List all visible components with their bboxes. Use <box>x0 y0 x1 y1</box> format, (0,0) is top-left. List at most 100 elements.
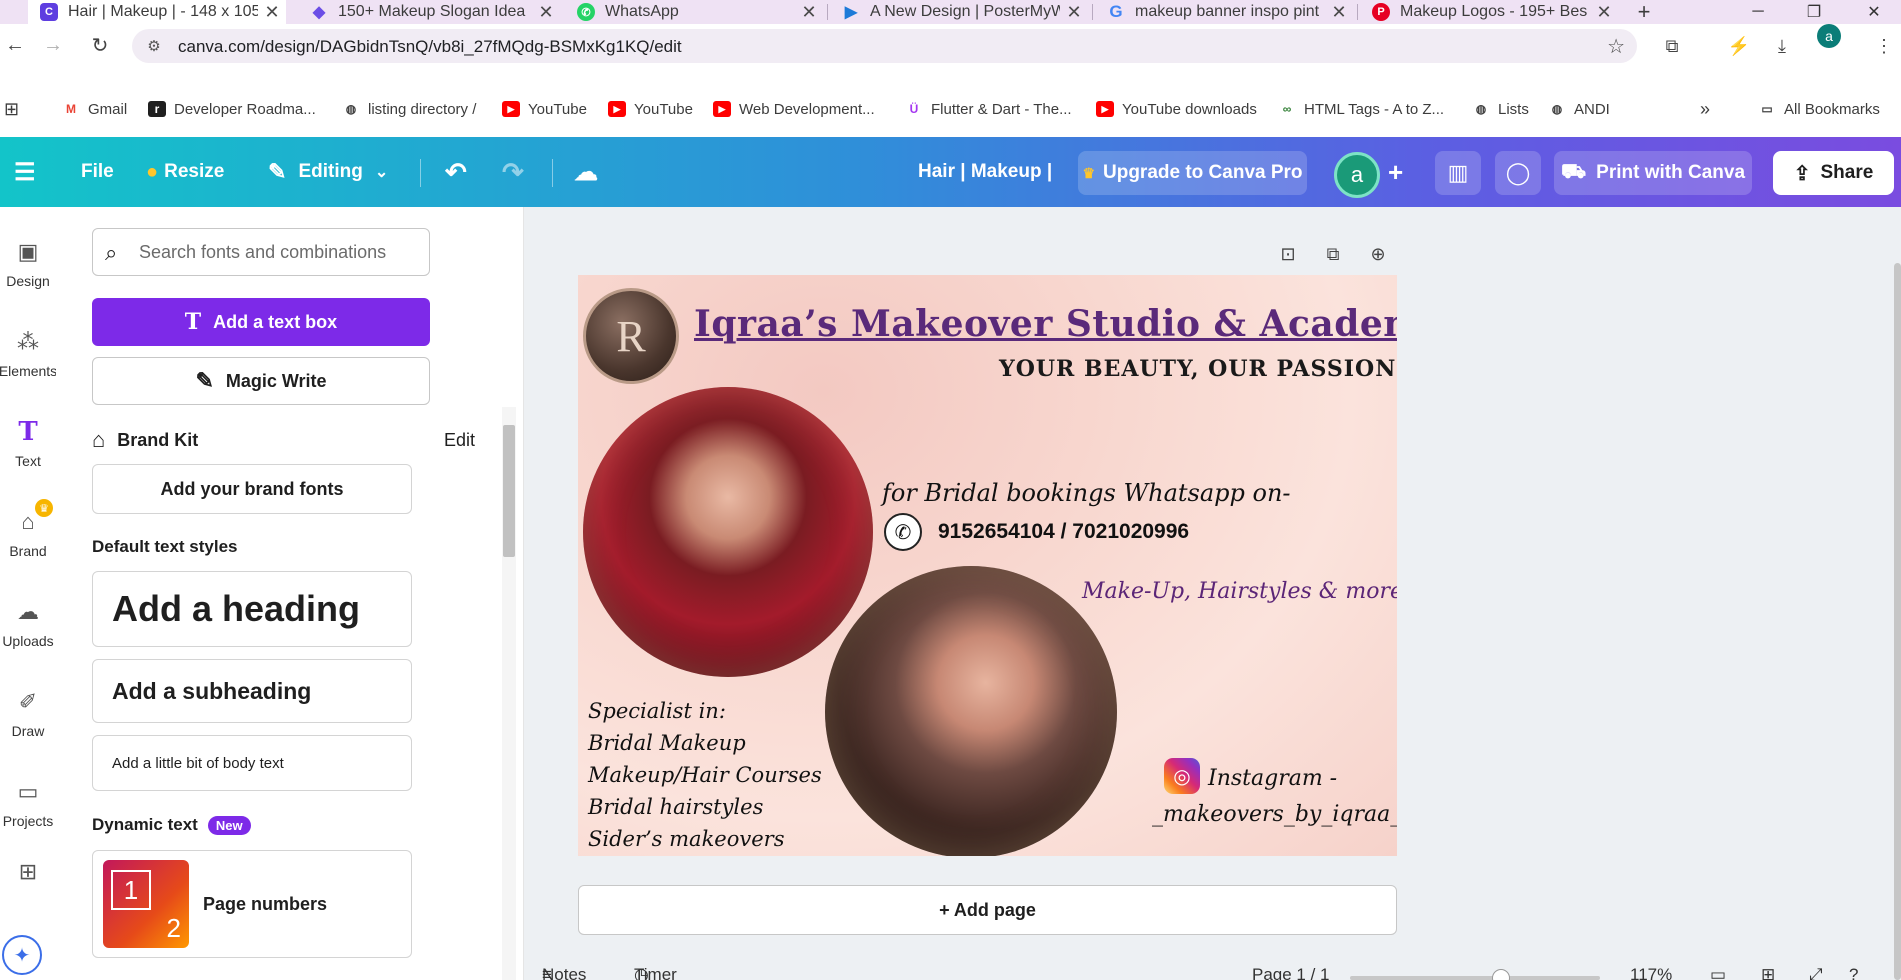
new-tab-button[interactable]: + <box>1628 0 1660 24</box>
add-heading-style[interactable]: Add a heading <box>92 571 412 647</box>
phone-numbers[interactable]: 9152654104 / 7021020996 <box>938 520 1189 544</box>
hamburger-menu-icon[interactable]: ☰ <box>14 137 36 207</box>
insights-chart-icon[interactable]: ▥ <box>1435 151 1481 195</box>
rail-text[interactable]: T Text <box>0 407 56 487</box>
forward-icon[interactable]: → <box>38 30 68 60</box>
add-subheading-style[interactable]: Add a subheading <box>92 659 412 723</box>
services-text[interactable]: Make-Up, Hairstyles & more... <box>1082 579 1397 604</box>
rail-draw[interactable]: ✐ Draw <box>0 677 56 757</box>
rail-elements[interactable]: ⁂ Elements <box>0 317 57 397</box>
bookmark-lists[interactable]: ◍ Lists <box>1472 98 1529 120</box>
comment-icon[interactable]: ◯ <box>1495 151 1541 195</box>
magic-sparkle-icon[interactable]: ✦ <box>2 935 42 975</box>
cloud-saved-icon[interactable]: ☁ <box>574 137 598 207</box>
profile-avatar[interactable]: a <box>1817 24 1841 48</box>
all-bookmarks[interactable]: ▭ All Bookmarks <box>1758 98 1880 120</box>
grid-view-icon[interactable]: ⊞ <box>1761 965 1775 980</box>
add-brand-fonts-button[interactable]: Add your brand fonts <box>92 464 412 514</box>
pages-view-icon[interactable]: ▭ <box>1710 965 1726 980</box>
performance-icon[interactable]: ⚡ <box>1725 32 1753 60</box>
design-poster[interactable]: R Iqraa’s Makeover Studio & Academy YOUR… <box>578 275 1397 856</box>
instagram-handle[interactable]: _makeovers_by_iqraa_ <box>1152 802 1397 827</box>
bookmark-youtube-2[interactable]: ▶ YouTube <box>608 98 693 120</box>
rail-brand[interactable]: ⌂ ♛ Brand <box>0 497 56 577</box>
user-avatar[interactable]: a <box>1334 152 1380 198</box>
instagram-label[interactable]: Instagram - <box>1208 766 1337 791</box>
undo-icon[interactable]: ↶ <box>445 137 467 207</box>
omnibox[interactable]: ⚙ canva.com/design/DAGbidnTsnQ/vb8i_27fM… <box>132 29 1637 63</box>
instagram-icon[interactable]: ◎ <box>1164 758 1200 794</box>
rail-apps[interactable]: ⊞ <box>0 847 56 927</box>
bookmark-gmail[interactable]: M Gmail <box>62 98 127 120</box>
tab-pinterest[interactable]: P Makeup Logos - 195+ Bes ✕ <box>1360 0 1618 24</box>
site-settings-icon[interactable]: ⚙ <box>144 36 164 56</box>
add-collaborator-icon[interactable]: + <box>1388 137 1403 207</box>
design-title[interactable]: Hair | Makeup | <box>918 137 1052 207</box>
share-button[interactable]: ⇪ Share <box>1773 151 1894 195</box>
back-icon[interactable]: ← <box>0 30 30 60</box>
file-menu[interactable]: File <box>81 137 114 207</box>
bookmark-web-development[interactable]: ▶ Web Development... <box>713 98 875 120</box>
specialist-list[interactable]: Specialist in: Bridal Makeup Makeup/Hair… <box>588 695 822 855</box>
poster-title[interactable]: Iqraa’s Makeover Studio & Academy <box>694 303 1397 345</box>
zoom-level[interactable]: 117% <box>1630 965 1672 980</box>
rail-projects[interactable]: ▭ Projects <box>0 767 56 847</box>
extensions-icon[interactable]: ⧉ <box>1658 32 1686 60</box>
brand-kit-edit-link[interactable]: Edit <box>444 430 475 451</box>
reload-icon[interactable]: ↻ <box>85 30 115 60</box>
add-page-icon[interactable]: ⊕ <box>1364 240 1392 268</box>
add-body-text-style[interactable]: Add a little bit of body text <box>92 735 412 791</box>
bookmark-youtube[interactable]: ▶ YouTube <box>502 98 587 120</box>
duplicate-page-icon[interactable]: ⧉ <box>1319 240 1347 268</box>
tab-google-search[interactable]: G makeup banner inspo pint ✕ <box>1095 0 1353 24</box>
add-text-box-button[interactable]: T Add a text box <box>92 298 430 346</box>
editing-mode-dropdown[interactable]: ✎ Editing ⌄ <box>268 137 388 207</box>
help-icon[interactable]: ? <box>1849 965 1858 980</box>
close-icon[interactable]: ✕ <box>1590 2 1618 23</box>
tab-postermywall[interactable]: ▶ A New Design | PosterMyW ✕ <box>830 0 1088 24</box>
menu-kebab-icon[interactable]: ⋮ <box>1870 32 1898 60</box>
close-icon[interactable]: ✕ <box>532 2 560 23</box>
add-page-button[interactable]: + Add page <box>578 885 1397 935</box>
print-with-canva-button[interactable]: ⛟ Print with Canva <box>1554 151 1752 195</box>
zoom-slider-track[interactable] <box>1350 976 1600 980</box>
close-icon[interactable]: ✕ <box>795 2 823 23</box>
lock-icon[interactable]: ⊡ <box>1274 240 1302 268</box>
poster-tagline[interactable]: YOUR BEAUTY, OUR PASSION <box>999 356 1396 382</box>
page-indicator[interactable]: Page 1 / 1 <box>1252 965 1330 980</box>
page-numbers-card[interactable]: 1 2 Page numbers <box>92 850 412 958</box>
tab-whatsapp[interactable]: ✆ WhatsApp ✕ <box>565 0 823 24</box>
bookmark-flutter-dart[interactable]: Ü Flutter & Dart - The... <box>905 98 1072 120</box>
close-icon[interactable]: ✕ <box>1060 2 1088 23</box>
fullscreen-icon[interactable]: ⤢ <box>1809 965 1823 980</box>
rail-design[interactable]: ▣ Design <box>0 227 56 307</box>
studio-logo[interactable]: R <box>583 288 679 384</box>
bookmark-star-icon[interactable]: ☆ <box>1607 34 1625 59</box>
bookmark-andi[interactable]: ◍ ANDI <box>1548 98 1610 120</box>
redo-icon[interactable]: ↷ <box>502 137 524 207</box>
phone-icon[interactable]: ✆ <box>884 513 922 551</box>
font-search-field[interactable]: ⌕ <box>92 228 430 276</box>
bridal-photo-2[interactable] <box>825 566 1117 856</box>
download-icon[interactable]: ⤓ <box>1768 32 1796 60</box>
more-bookmarks-chevron-icon[interactable]: » <box>1700 98 1710 120</box>
zoom-slider-knob[interactable] <box>1492 969 1510 980</box>
bookmark-listing-directory[interactable]: ◍ listing directory / <box>342 98 477 120</box>
bridal-photo-1[interactable] <box>583 387 873 677</box>
panel-scrollbar-thumb[interactable] <box>503 425 515 557</box>
bookmark-youtube-downloads[interactable]: ▶ YouTube downloads <box>1096 98 1257 120</box>
bookmark-html-tags[interactable]: ∞ HTML Tags - A to Z... <box>1278 98 1444 120</box>
magic-write-button[interactable]: ✎ Magic Write <box>92 357 430 405</box>
font-search-input[interactable] <box>139 239 419 265</box>
close-window-icon[interactable]: ✕ <box>1850 0 1898 24</box>
bookings-text[interactable]: for Bridal bookings Whatsapp on- <box>882 479 1291 507</box>
restore-icon[interactable]: ❐ <box>1790 0 1838 24</box>
upgrade-to-pro-button[interactable]: ♛ Upgrade to Canva Pro <box>1078 151 1307 195</box>
rail-uploads[interactable]: ☁ Uploads <box>0 587 56 667</box>
canvas-scrollbar-thumb[interactable] <box>1894 263 1901 980</box>
tab-slogan-ideas[interactable]: ◆ 150+ Makeup Slogan Idea ✕ <box>298 0 560 24</box>
minimize-icon[interactable]: ─ <box>1734 0 1782 24</box>
apps-grid-icon[interactable]: ⊞ <box>4 98 19 120</box>
bookmark-developer-roadmap[interactable]: r Developer Roadma... <box>148 98 316 120</box>
resize-button[interactable]: ● Resize <box>146 137 224 207</box>
